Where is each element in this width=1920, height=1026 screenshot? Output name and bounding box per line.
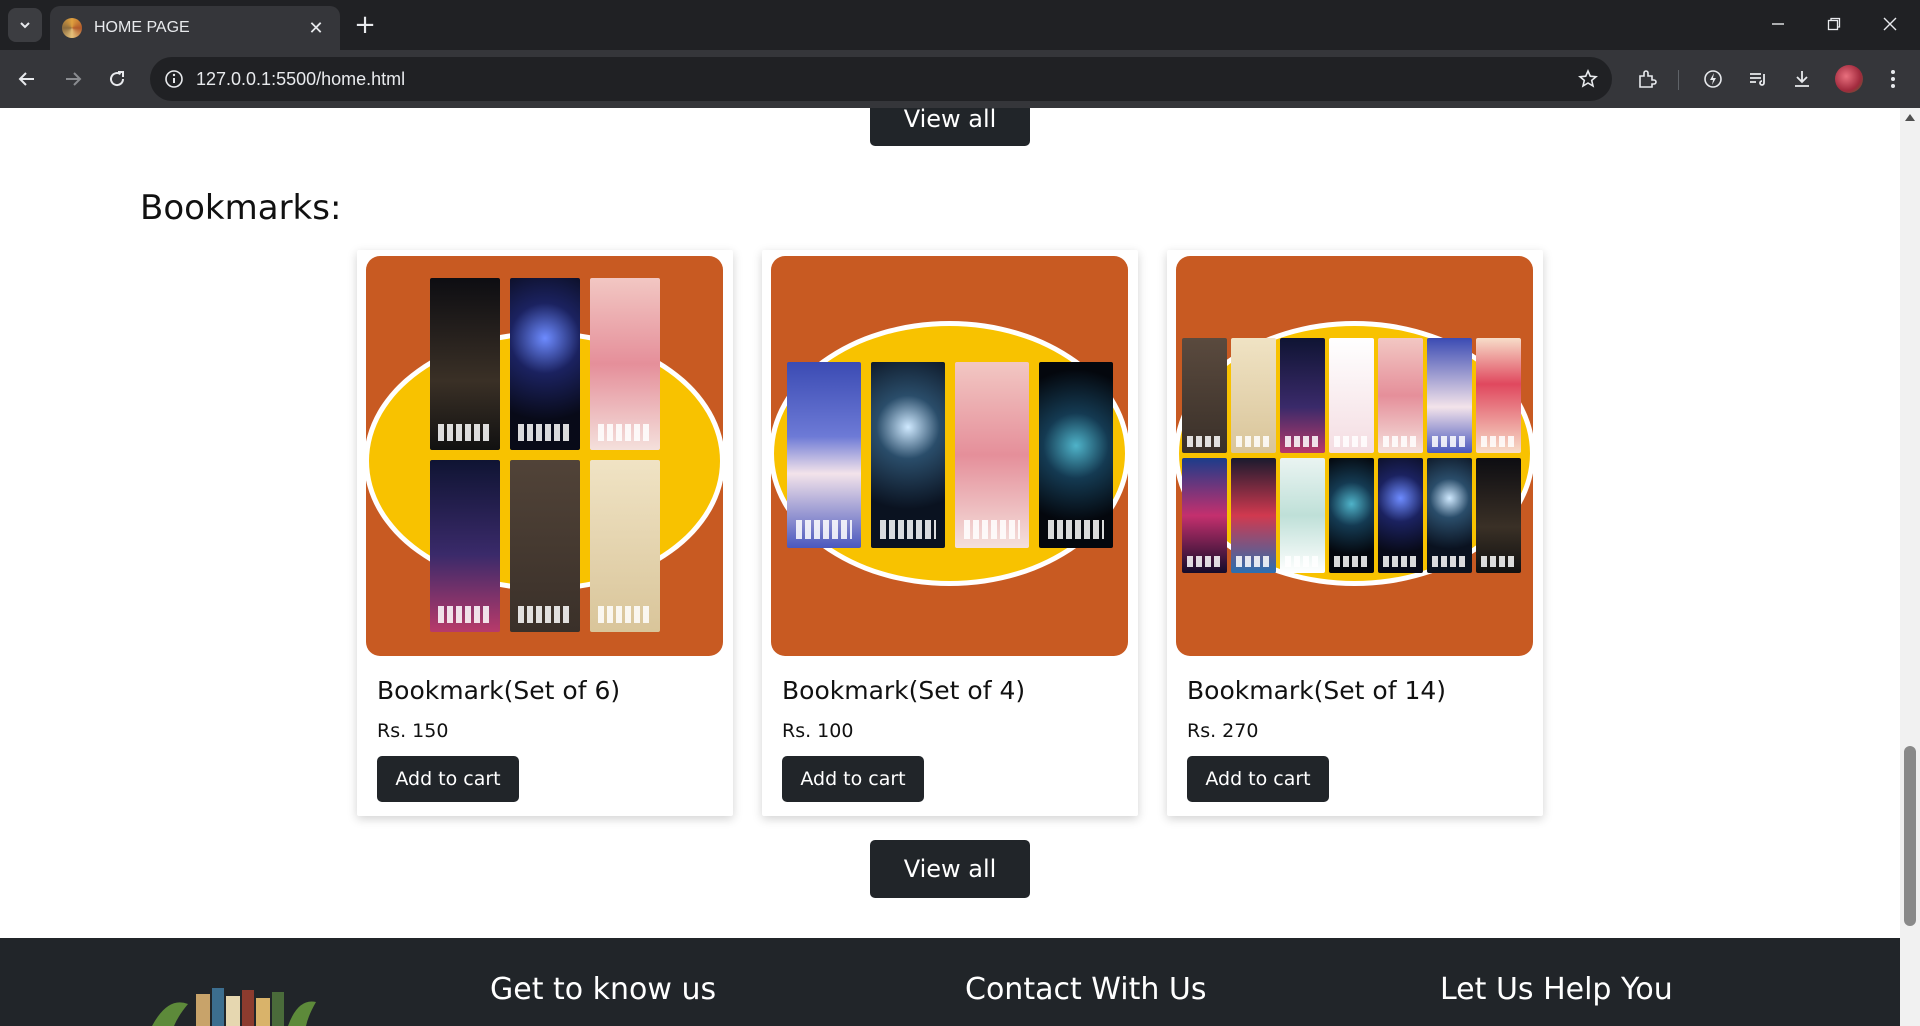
arrow-right-icon (66, 72, 82, 86)
tab-search-button[interactable] (8, 8, 42, 42)
view-all-button-bottom[interactable]: View all (870, 840, 1030, 898)
restore-button[interactable] (1806, 0, 1862, 48)
page-scrollbar[interactable] (1900, 108, 1920, 1026)
extensions-icon[interactable] (1634, 66, 1660, 92)
url-text: 127.0.0.1:5500/home.html (196, 69, 406, 89)
product-price: Rs. 270 (1187, 720, 1259, 742)
product-name: Bookmark(Set of 4) (782, 676, 1026, 705)
browser-titlebar: HOME PAGE ✕ + (0, 0, 1920, 50)
favicon-icon (62, 18, 82, 38)
new-tab-button[interactable]: + (350, 10, 380, 40)
view-all-button-top[interactable]: View all (870, 108, 1030, 146)
books-logo-icon (152, 988, 316, 1026)
arrow-left-icon (18, 72, 34, 86)
footer-heading-contact: Contact With Us (965, 972, 1207, 1007)
product-image (771, 256, 1128, 656)
product-price: Rs. 100 (782, 720, 854, 742)
bookmark-star-icon[interactable] (1576, 67, 1600, 91)
toolbar-separator (1678, 70, 1679, 90)
add-to-cart-button[interactable]: Add to cart (782, 756, 924, 802)
chevron-down-icon (20, 22, 30, 29)
product-card: Bookmark(Set of 14) Rs. 270 Add to cart (1167, 250, 1543, 816)
close-icon (1883, 17, 1897, 31)
address-bar[interactable]: 127.0.0.1:5500/home.html (150, 57, 1612, 101)
browser-toolbar: 127.0.0.1:5500/home.html (0, 50, 1920, 108)
site-info-icon[interactable] (162, 67, 186, 91)
reload-button[interactable] (100, 62, 134, 96)
add-to-cart-button[interactable]: Add to cart (377, 756, 519, 802)
add-to-cart-button[interactable]: Add to cart (1187, 756, 1329, 802)
footer-heading-about: Get to know us (490, 972, 717, 1007)
close-tab-icon[interactable]: ✕ (304, 18, 328, 39)
tab-title: HOME PAGE (94, 19, 190, 36)
profile-avatar[interactable] (1835, 65, 1863, 93)
scrollbar-thumb[interactable] (1904, 746, 1916, 926)
close-window-button[interactable] (1862, 0, 1918, 48)
performance-icon[interactable] (1700, 66, 1726, 92)
download-icon[interactable] (1789, 66, 1815, 92)
minimize-icon (1772, 23, 1784, 25)
page-viewport: View all Bookmarks: Bookmark(Set of 6) R… (0, 108, 1900, 1026)
site-footer: Get to know us Contact With Us Let Us He… (0, 938, 1900, 1026)
product-card: Bookmark(Set of 4) Rs. 100 Add to cart (762, 250, 1138, 816)
product-image (366, 256, 723, 656)
product-price: Rs. 150 (377, 720, 449, 742)
product-image (1176, 256, 1533, 656)
forward-button[interactable] (56, 62, 90, 96)
reload-icon (110, 71, 125, 87)
product-card: Bookmark(Set of 6) Rs. 150 Add to cart (357, 250, 733, 816)
footer-heading-help: Let Us Help You (1440, 972, 1673, 1007)
minimize-button[interactable] (1750, 0, 1806, 48)
scroll-up-icon[interactable] (1905, 114, 1915, 121)
product-name: Bookmark(Set of 6) (377, 676, 621, 705)
media-controls-icon[interactable] (1745, 66, 1771, 92)
back-button[interactable] (10, 62, 44, 96)
more-menu-icon[interactable] (1880, 66, 1906, 92)
product-name: Bookmark(Set of 14) (1187, 676, 1447, 705)
section-title: Bookmarks: (140, 188, 342, 228)
restore-icon (1827, 17, 1841, 31)
browser-tab[interactable]: HOME PAGE ✕ (50, 6, 340, 50)
